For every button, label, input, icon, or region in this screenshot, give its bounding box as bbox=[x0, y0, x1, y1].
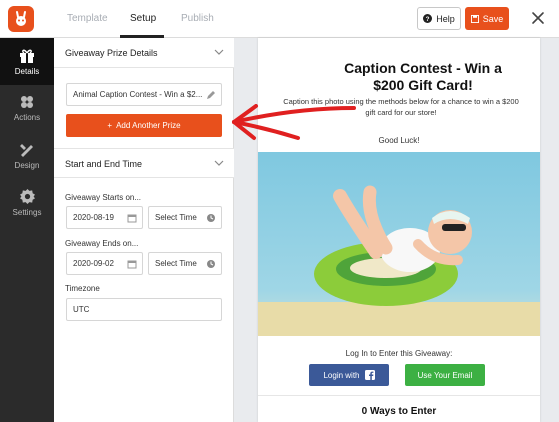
dates-section-header[interactable]: Start and End Time bbox=[54, 148, 234, 178]
use-your-email-button[interactable]: Use Your Email bbox=[405, 364, 485, 386]
login-prompt: Log In to Enter this Giveaway: bbox=[345, 349, 453, 358]
sidebar-item-details[interactable]: Details bbox=[0, 38, 54, 85]
prize-name-value: Animal Caption Contest - Win a $2... bbox=[73, 90, 203, 99]
help-label: Help bbox=[436, 13, 455, 24]
settings-panel: Giveaway Prize Details Animal Caption Co… bbox=[54, 38, 234, 422]
end-date-field[interactable]: 2020-09-02 bbox=[66, 252, 143, 275]
ways-to-enter-heading: 0 Ways to Enter bbox=[361, 406, 437, 417]
tab-publish[interactable]: Publish bbox=[181, 13, 214, 24]
gift-icon bbox=[20, 49, 34, 63]
timezone-field[interactable]: UTC bbox=[66, 298, 222, 321]
svg-text:?: ? bbox=[426, 16, 430, 23]
timezone-value: UTC bbox=[73, 305, 90, 314]
sidebar-item-design[interactable]: Design bbox=[0, 132, 54, 179]
clock-icon bbox=[207, 214, 215, 222]
login-with-facebook-button[interactable]: Login with bbox=[309, 364, 389, 386]
design-icon bbox=[20, 143, 33, 157]
start-time-placeholder: Select Time bbox=[155, 213, 197, 222]
prize-section-header[interactable]: Giveaway Prize Details bbox=[54, 38, 234, 68]
start-date-field[interactable]: 2020-08-19 bbox=[66, 206, 143, 229]
facebook-label: Login with bbox=[323, 370, 360, 380]
giveaway-title: Caption Contest - Win a $200 Gift Card! bbox=[344, 60, 502, 93]
sidebar-item-actions[interactable]: Actions bbox=[0, 85, 54, 132]
giveaway-description: Caption this photo using the methods bel… bbox=[283, 97, 519, 117]
save-icon bbox=[470, 14, 479, 23]
calendar-icon bbox=[127, 214, 137, 223]
add-another-prize-button[interactable]: + Add Another Prize bbox=[66, 114, 222, 137]
top-bar: Template Setup Publish ? Help Save bbox=[0, 0, 559, 38]
end-date-value: 2020-09-02 bbox=[73, 259, 114, 268]
giveaway-preview: Caption Contest - Win a $200 Gift Card! … bbox=[258, 38, 540, 422]
save-button[interactable]: Save bbox=[465, 7, 509, 30]
rafflepress-logo bbox=[8, 6, 34, 32]
end-time-placeholder: Select Time bbox=[155, 259, 197, 268]
end-time-field[interactable]: Select Time bbox=[148, 252, 222, 275]
ends-label: Giveaway Ends on... bbox=[65, 239, 139, 248]
giveaway-photo bbox=[258, 152, 540, 336]
clock-icon bbox=[207, 260, 215, 268]
good-luck-text: Good Luck! bbox=[378, 136, 420, 145]
timezone-label: Timezone bbox=[65, 284, 100, 293]
gear-icon bbox=[19, 188, 35, 204]
start-time-field[interactable]: Select Time bbox=[148, 206, 222, 229]
tab-setup[interactable]: Setup bbox=[130, 13, 156, 24]
tab-template[interactable]: Template bbox=[67, 13, 108, 24]
left-nav: Details Actions Design Settings bbox=[0, 38, 54, 422]
actions-icon bbox=[21, 96, 33, 108]
prize-name-field[interactable]: Animal Caption Contest - Win a $2... bbox=[66, 83, 222, 106]
starts-label: Giveaway Starts on... bbox=[65, 193, 142, 202]
sidebar-item-settings[interactable]: Settings bbox=[0, 179, 54, 226]
sidebar-item-label: Design bbox=[14, 160, 40, 170]
facebook-icon bbox=[364, 370, 375, 380]
add-prize-label: Add Another Prize bbox=[116, 121, 181, 130]
sidebar-item-label: Settings bbox=[12, 207, 42, 217]
start-date-value: 2020-08-19 bbox=[73, 213, 114, 222]
pencil-icon[interactable] bbox=[206, 90, 216, 100]
save-label: Save bbox=[482, 13, 504, 24]
sidebar-item-label: Details bbox=[14, 66, 40, 76]
sidebar-item-label: Actions bbox=[13, 113, 41, 122]
plus-icon: + bbox=[107, 121, 113, 130]
section-title: Giveaway Prize Details bbox=[65, 48, 158, 58]
chevron-down-icon bbox=[214, 160, 224, 166]
help-button[interactable]: ? Help bbox=[417, 7, 461, 30]
question-icon: ? bbox=[423, 14, 433, 23]
calendar-icon bbox=[127, 260, 137, 269]
section-title: Start and End Time bbox=[65, 159, 143, 169]
close-icon[interactable] bbox=[530, 10, 546, 26]
divider bbox=[258, 395, 540, 396]
chevron-down-icon bbox=[214, 49, 224, 55]
